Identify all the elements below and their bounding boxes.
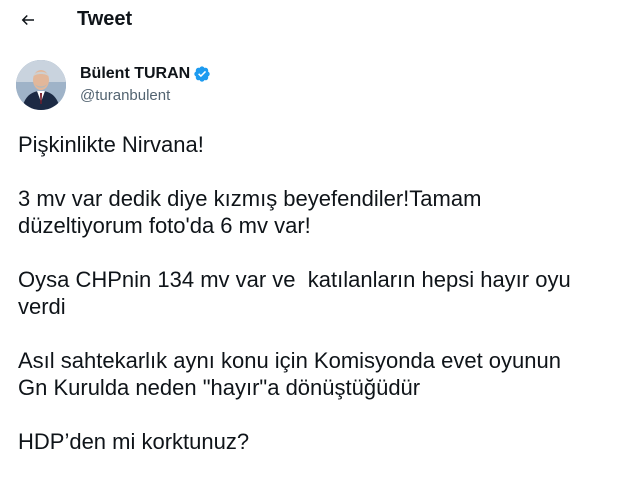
- tweet-paragraph: HDP’den mi korktunuz?: [18, 429, 250, 454]
- author-handle[interactable]: @turanbulent: [80, 86, 170, 106]
- verified-badge-icon: [193, 65, 211, 83]
- author-name[interactable]: Bülent TURAN: [80, 64, 190, 84]
- page-title: Tweet: [77, 8, 133, 30]
- arrow-left-icon: [19, 11, 37, 29]
- tweet-paragraph: Oysa CHPnin 134 mv var ve katılanların h…: [18, 267, 571, 319]
- tweet-paragraph: 3 mv var dedik diye kızmış beyefendiler!…: [18, 186, 482, 238]
- tweet-paragraph: Pişkinlikte Nirvana!: [18, 132, 204, 157]
- tweet-author: Bülent TURAN @turanbulent: [16, 60, 616, 112]
- back-button[interactable]: [14, 6, 42, 34]
- tweet-paragraph: Asıl sahtekarlık aynı konu için Komisyon…: [18, 348, 561, 400]
- avatar[interactable]: [16, 60, 66, 110]
- top-bar: Tweet: [0, 0, 640, 40]
- tweet-text: Pişkinlikte Nirvana! 3 mv var dedik diye…: [18, 131, 628, 455]
